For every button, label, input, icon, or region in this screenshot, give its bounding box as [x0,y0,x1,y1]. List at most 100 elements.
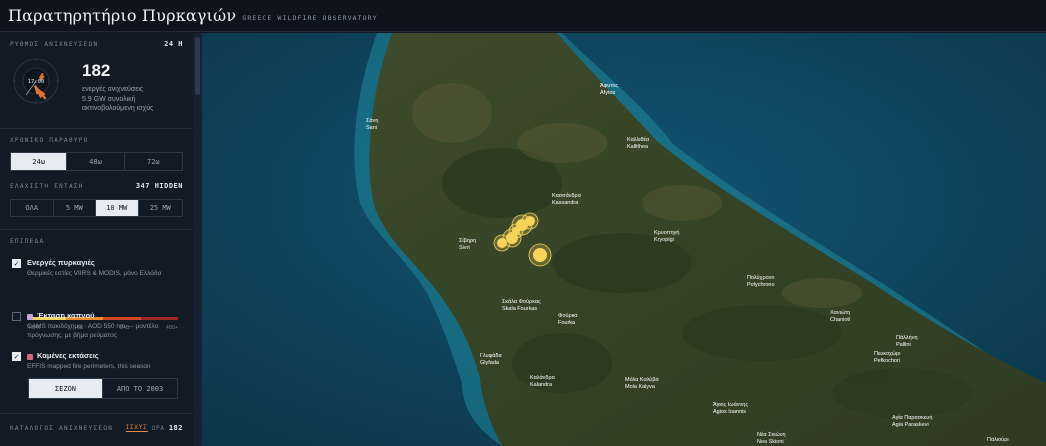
intensity-header: ΕΛΑΧΙΣΤΗ ΕΝΤΑΣΗ 347 HIDDEN [10,182,183,190]
fire-marker-core[interactable] [512,227,520,235]
intensity-selector: ΟΛΑ 5 MW 10 MW 25 MW [10,199,183,217]
smoke-swatch [27,314,33,320]
detection-desc-line2: 5.9 GW συνολική [82,95,136,103]
catalog-header: ΚΑΤΑΛΟΓΟΣ ΑΝΙΧΝΕΥΣΕΩΝ ΙΣΧΥΣ ΩΡΑ 182 [10,424,183,432]
timeline-option-48h[interactable]: 48ω [67,153,125,170]
place-label: Pallini [896,342,911,348]
place-label: Πευκοχώρι [874,350,901,357]
place-label: Kallithea [627,144,649,150]
clock-time: 17:00 [28,79,45,85]
place-label: Πολύχρονο [747,274,774,281]
place-label: Kassandra [552,200,579,206]
layer-smoke[interactable]: Έκταση καπνού CAMS πακιδόχημα · AOD 550 … [12,311,182,345]
scope-option-season[interactable]: ΣΕΖΟΝ [29,379,103,398]
detection-desc-line1: ενεργές ανιχνεύσεις [82,86,144,93]
place-label: Agia Paraskevi [892,422,929,428]
place-label: Kalandra [530,382,553,388]
place-label: Nea Skioni [757,439,784,445]
map-canvas[interactable]: Άφυτος Afytos Σάνη Sani Καλλιθέα Kallith… [202,33,1046,446]
active-fires-checkbox[interactable]: ✓ [12,259,21,268]
place-label: Pefkochori [874,358,900,364]
catalog-label: ΚΑΤΑΛΟΓΟΣ ΑΝΙΧΝΕΥΣΕΩΝ [10,424,114,432]
place-label: Σκάλα Φούρκας [502,298,541,305]
place-label: Skala Fourkas [502,306,537,312]
place-label: Κασσάνδρα [552,192,582,199]
active-fires-title: Ενεργές πυρκαγιές [27,258,95,267]
place-label: Πάλλήνη [896,334,918,341]
smoke-desc: CAMS πακιδόχημα · AOD 550 nm — μοντέλο π… [27,323,159,339]
place-label: Sani [366,125,377,131]
divider [0,229,193,230]
place-label: Φούρκα [558,312,578,319]
timeline-header: ΧΡΟΝΙΚΟ ΠΑΡΑΘΥΡΟ [10,137,183,144]
layers-label: ΕΠΙΠΕΔΑ [10,238,45,245]
detection-desc-line3: ακτινοβολούμενη ισχύς [82,105,154,112]
active-fires-desc: Θερμικές εστίες VIIRS & MODIS, μόνο Ελλά… [27,270,162,277]
place-label: Σίβηρη [459,238,476,244]
burned-checkbox[interactable]: ✓ [12,352,21,361]
place-label: Άφυτος [600,83,618,89]
timeline-label: ΧΡΟΝΙΚΟ ΠΑΡΑΘΥΡΟ [10,137,89,144]
rhythm-header: ΡΥΘΜΟΣ ΑΝΙΧΝΕΥΣΕΩΝ 24 H [10,40,183,48]
layers-header: ΕΠΙΠΕΔΑ [10,238,183,245]
place-label: Fourka [558,320,576,326]
layer-active-fires[interactable]: ✓ Ενεργές πυρκαγιές Θερμικές εστίες VIIR… [12,258,182,298]
sort-by-power[interactable]: ΙΣΧΥΣ [125,424,148,432]
burned-desc: EFFIS mapped fire perimeters, this seaso… [27,363,151,370]
fire-marker-core[interactable] [497,238,507,248]
catalog-count: 182 [168,424,183,432]
intensity-label: ΕΛΑΧΙΣΤΗ ΕΝΤΑΣΗ [10,182,84,190]
sidebar: ΡΥΘΜΟΣ ΑΝΙΧΝΕΥΣΕΩΝ 24 H 17:00 182 ενεργέ… [0,33,193,446]
burned-scope-selector: ΣΕΖΟΝ ΑΠΟ ΤΟ 2003 [28,378,178,399]
layer-burned-areas[interactable]: ✓ Καμένες εκτάσεις EFFIS mapped fire per… [12,351,182,375]
place-label: Παλιούρι [987,436,1009,443]
detection-desc: ενεργές ανιχνεύσεις 5.9 GW συνολική ακτι… [82,85,182,114]
sort-by-time[interactable]: ΩΡΑ [152,425,165,432]
place-label: Kryopigi [654,237,674,243]
hidden-count: 347 HIDDEN [135,182,183,190]
fire-marker-core[interactable] [533,248,547,262]
place-label: Agios Ioannis [713,409,746,415]
place-label: Κρυοπηγή [654,229,679,236]
place-label: Polychrono [747,282,775,288]
intensity-option-10mw[interactable]: 10 MW [96,200,139,216]
burned-title: Καμένες εκτάσεις [37,351,99,360]
timeline-option-72h[interactable]: 72ω [125,153,182,170]
divider [0,413,193,414]
place-label: Σάνη [366,117,378,124]
place-label: Άγιος Ιωάννης [713,401,748,408]
place-label: Χανιώτη [830,309,850,316]
place-label: Αγία Παρασκευή [892,414,932,421]
rhythm-label: ΡΥΘΜΟΣ ΑΝΙΧΝΕΥΣΕΩΝ [10,40,99,48]
fire-marker-core[interactable] [525,216,535,226]
smoke-checkbox[interactable] [12,312,21,321]
detection-clock-chart: 17:00 [13,58,59,104]
place-label: Sivri [459,245,470,251]
place-label: Καλάνδρα [530,374,556,381]
detection-count: 182 [82,61,111,80]
place-label: Καλλιθέα [627,136,650,143]
smoke-title: Έκταση καπνού [37,311,95,320]
place-label: Μόλα Καλύβα [625,376,659,383]
map-view[interactable]: Άφυτος Afytos Σάνη Sani Καλλιθέα Kallith… [202,33,1046,446]
place-label: Chaniotí [830,317,851,323]
intensity-option-5mw[interactable]: 5 MW [54,200,96,216]
intensity-option-all[interactable]: ΟΛΑ [11,200,54,216]
scope-option-since-2003[interactable]: ΑΠΟ ΤΟ 2003 [103,379,177,398]
rhythm-window: 24 H [164,40,183,48]
timeline-option-24h[interactable]: 24ω [11,153,68,170]
divider [0,128,193,129]
place-label: Νέα Σκιώνη [757,431,786,438]
place-label: Mola Kalyva [625,384,656,390]
sidebar-scrollbar[interactable] [193,33,202,446]
scrollbar-thumb[interactable] [195,37,200,95]
intensity-option-25mw[interactable]: 25 MW [139,200,182,216]
app-header: Παρατηρητήριο Πυρκαγιών GREECE WILDFIRE … [0,0,1046,32]
timeline-selector: 24ω 48ω 72ω [10,152,183,171]
place-label: Afytos [600,90,616,96]
app-subtitle: GREECE WILDFIRE OBSERVATORY [242,13,378,22]
app-title: Παρατηρητήριο Πυρκαγιών [8,6,237,25]
burned-swatch [27,354,33,360]
place-label: Glyfada [480,360,500,366]
place-label: Γλυφάδα [480,352,502,359]
